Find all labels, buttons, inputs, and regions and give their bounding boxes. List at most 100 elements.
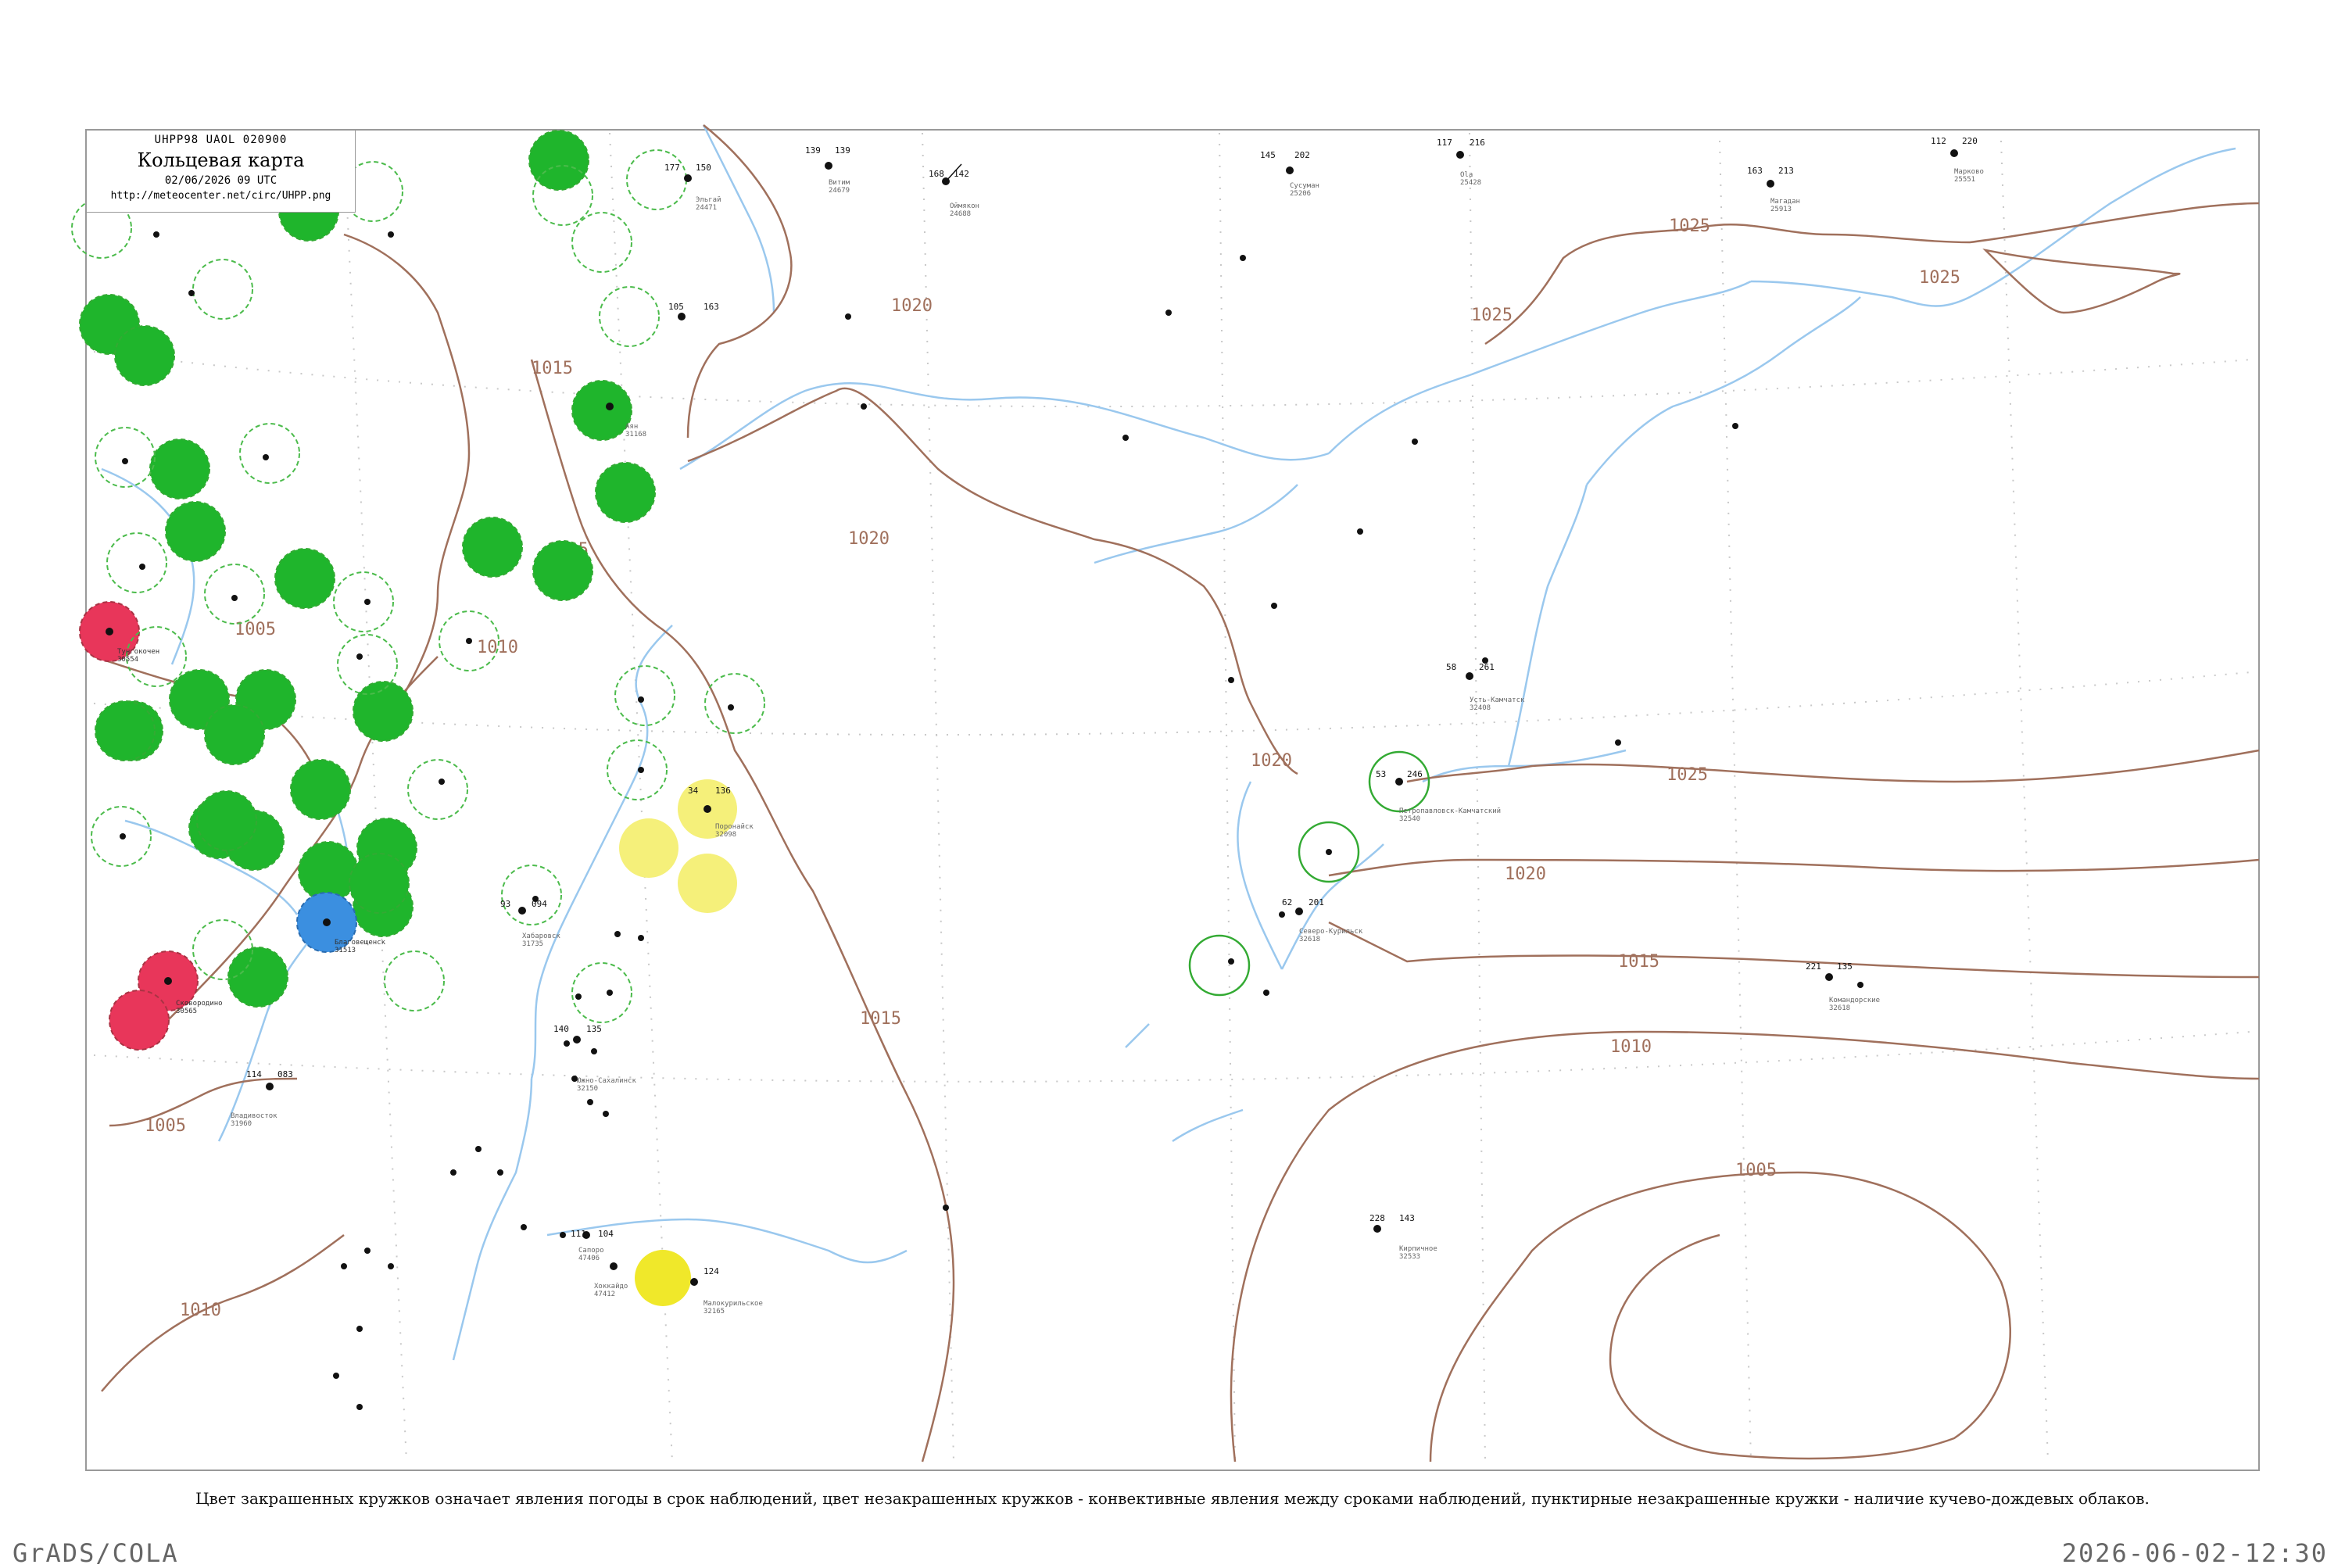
station-name: Марково <box>1954 168 1984 176</box>
station-name: Сусуман <box>1290 182 1319 190</box>
station-id: 32098 <box>715 831 736 839</box>
station-temp: 083 <box>277 1069 293 1079</box>
bulletin-code: UHPP98 UAOL 020900 <box>154 134 288 146</box>
station-temp: 136 <box>715 786 731 796</box>
station-temp: 213 <box>1778 166 1794 176</box>
rain-circle <box>349 853 410 914</box>
rain-circle <box>353 681 414 742</box>
station-temp: 143 <box>1399 1213 1415 1223</box>
fog-circle <box>619 818 678 878</box>
isobar-label: 1020 <box>1505 865 1546 884</box>
station-temp: 202 <box>1294 150 1310 160</box>
station-pressure: 117 <box>1437 138 1452 148</box>
isobar-label: 1010 <box>1610 1037 1652 1057</box>
station-temp: 201 <box>1309 897 1324 908</box>
station-id: 24471 <box>696 204 717 212</box>
station-id: 30554 <box>117 656 138 664</box>
station-pressure: 114 <box>246 1069 262 1079</box>
fog-circle <box>678 854 737 913</box>
station-id: 24688 <box>950 210 971 218</box>
station-id: 32540 <box>1399 815 1420 823</box>
station-id: 31168 <box>625 431 646 439</box>
station-temp: 135 <box>586 1024 602 1034</box>
station-name: Северо-Курильск <box>1299 928 1363 936</box>
station-pressure: 140 <box>553 1024 569 1034</box>
station-name: Хоккайдо <box>594 1283 628 1291</box>
rain-circle <box>290 759 351 820</box>
isobar-label: 1020 <box>848 529 890 549</box>
station-id: 47406 <box>578 1255 600 1262</box>
rain-circle <box>595 462 656 523</box>
station-temp: 142 <box>954 169 969 179</box>
station-pressure: 111 <box>571 1229 586 1239</box>
station-pressure: 139 <box>805 145 821 156</box>
station-name: Сапоро <box>578 1247 604 1255</box>
station-id: 32618 <box>1299 936 1320 943</box>
station-id: 25206 <box>1290 190 1311 198</box>
isobar-label: 1020 <box>891 296 933 316</box>
station-id: 32533 <box>1399 1253 1420 1261</box>
rain-circle <box>462 517 523 578</box>
station-id: 32408 <box>1470 704 1491 712</box>
station-name: Витим <box>829 179 850 187</box>
station-pressure: 163 <box>1747 166 1763 176</box>
station-id: 31735 <box>522 940 543 948</box>
station-temp: 163 <box>704 302 719 312</box>
station-pressure: 58 <box>1446 662 1456 672</box>
render-timestamp: 2026-06-02-12:30 <box>2061 1538 2328 1568</box>
station-name: Владивосток <box>231 1112 277 1120</box>
station-name: Поронайск <box>715 823 754 831</box>
rain-circle <box>528 130 589 191</box>
station-temp: 216 <box>1470 138 1485 148</box>
station-id: 32165 <box>704 1308 725 1316</box>
station-name: Оймякон <box>950 202 979 210</box>
map-date: 02/06/2026 09 UTC <box>164 174 277 187</box>
station-temp: 220 <box>1962 136 1978 146</box>
station-temp: 150 <box>696 163 711 173</box>
station-pressure: 177 <box>664 163 680 173</box>
rain-circle <box>95 700 156 761</box>
station-name: Благовещенск <box>335 939 386 947</box>
station-id: 31960 <box>231 1120 252 1128</box>
rain-circle <box>227 947 288 1008</box>
isobar-label: 1005 <box>1735 1161 1777 1180</box>
station-temp: 104 <box>598 1229 614 1239</box>
weather-map: 1025 1025 1025 1025 1020 1020 1020 1020 … <box>71 124 2260 1471</box>
station-temp: 246 <box>1407 769 1423 779</box>
station-name: Хабаровск <box>522 932 560 940</box>
station-id: 25551 <box>1954 176 1975 184</box>
station-temp: 135 <box>1837 961 1853 972</box>
station-id: 25913 <box>1770 206 1792 213</box>
station-name: Аян <box>625 423 638 431</box>
isobar-label: 1015 <box>860 1009 901 1029</box>
isobar-label: 1010 <box>477 638 518 657</box>
station-name: Сковородино <box>176 1000 223 1008</box>
software-credit: GrADS/COLA <box>13 1538 179 1568</box>
station-pressure: 145 <box>1260 150 1276 160</box>
isobar-label: 1015 <box>532 359 573 378</box>
rain-circle <box>571 380 632 441</box>
station-name: Усть-Камчатск <box>1470 696 1525 704</box>
station-name: Командорские <box>1829 997 1880 1004</box>
station-name: Тунгокочен <box>117 648 159 656</box>
station-temp: 139 <box>835 145 850 156</box>
station-id: 32150 <box>577 1085 598 1093</box>
station-name: Малокурильское <box>704 1300 763 1308</box>
map-url: http://meteocenter.net/circ/UHPP.png <box>110 190 331 202</box>
isobar-label: 1025 <box>1471 306 1513 325</box>
station-name: Южно-Сахалинск <box>577 1077 636 1085</box>
station-temp: 261 <box>1479 662 1495 672</box>
rain-circle <box>196 790 257 851</box>
station-pressure: 62 <box>1282 897 1292 908</box>
station-id: 32618 <box>1829 1004 1850 1012</box>
rain-circle <box>532 540 593 601</box>
isobar-label: 1010 <box>180 1301 221 1320</box>
station-id: 47412 <box>594 1291 615 1298</box>
fog-strong-circle <box>635 1250 691 1306</box>
station-name: Петропавловск-Камчатский <box>1399 807 1501 815</box>
station-pressure: 53 <box>1376 769 1386 779</box>
isobar-label: 1015 <box>1618 952 1659 972</box>
rain-circle <box>114 325 175 386</box>
station-name: Магадан <box>1770 198 1800 206</box>
map-frame <box>85 129 2260 1471</box>
